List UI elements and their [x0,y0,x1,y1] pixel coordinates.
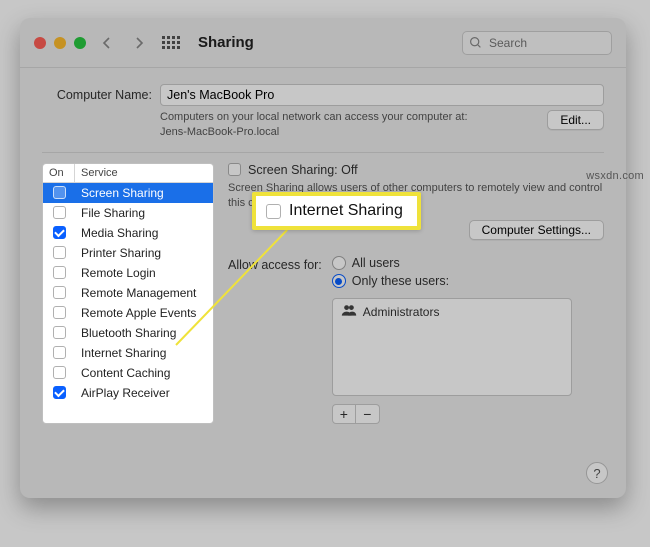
service-row-remote-login[interactable]: Remote Login [43,263,213,283]
callout-checkbox-icon [266,204,281,219]
service-checkbox[interactable] [53,246,66,259]
computer-settings-button[interactable]: Computer Settings... [469,220,604,240]
column-service[interactable]: Service [75,164,213,182]
service-row-media-sharing[interactable]: Media Sharing [43,223,213,243]
pane-title: Sharing [198,34,254,51]
user-row[interactable]: Administrators [333,299,571,324]
service-label: Content Caching [75,366,213,380]
computer-name-input[interactable] [160,84,604,106]
service-label: Remote Apple Events [75,306,213,320]
radio-only-these-users[interactable]: Only these users: [332,274,572,288]
radio-all-users[interactable]: All users [332,256,572,270]
service-checkbox[interactable] [53,266,66,279]
allow-access-label: Allow access for: [228,256,322,272]
service-label: Screen Sharing [75,186,213,200]
enable-service-checkbox[interactable] [228,163,241,176]
watermark: wsxdn.com [586,170,644,182]
service-label: Internet Sharing [75,346,213,360]
service-checkbox[interactable] [53,386,66,399]
service-checkbox[interactable] [53,306,66,319]
service-label: AirPlay Receiver [75,386,213,400]
zoom-window-button[interactable] [74,37,86,49]
service-row-airplay-receiver[interactable]: AirPlay Receiver [43,383,213,403]
service-row-screen-sharing[interactable]: Screen Sharing [43,183,213,203]
service-row-printer-sharing[interactable]: Printer Sharing [43,243,213,263]
service-status-label: Screen Sharing: Off [248,163,358,177]
add-user-button[interactable]: + [332,404,356,424]
service-checkbox[interactable] [53,206,66,219]
chevron-right-icon [133,37,145,49]
service-row-remote-apple-events[interactable]: Remote Apple Events [43,303,213,323]
titlebar: Sharing [20,18,626,68]
service-checkbox[interactable] [53,366,66,379]
user-name: Administrators [363,305,440,319]
show-all-button[interactable] [160,32,182,54]
column-on[interactable]: On [43,164,75,182]
remove-user-button[interactable]: − [356,404,380,424]
preferences-window: Sharing Computer Name: Computers on your… [20,18,626,498]
service-checkbox[interactable] [53,226,66,239]
service-checkbox[interactable] [53,326,66,339]
forward-button[interactable] [128,32,150,54]
service-row-remote-management[interactable]: Remote Management [43,283,213,303]
callout-label: Internet Sharing [289,202,403,220]
grid-icon [162,36,180,49]
close-window-button[interactable] [34,37,46,49]
radio-icon [332,274,346,288]
edit-hostname-button[interactable]: Edit... [547,110,604,130]
service-label: File Sharing [75,206,213,220]
divider [42,152,604,153]
service-row-file-sharing[interactable]: File Sharing [43,203,213,223]
service-label: Remote Login [75,266,213,280]
service-row-internet-sharing[interactable]: Internet Sharing [43,343,213,363]
help-button[interactable]: ? [586,462,608,484]
service-label: Printer Sharing [75,246,213,260]
services-header: On Service [43,164,213,183]
search-input[interactable] [462,31,612,55]
radio-icon [332,256,346,270]
users-list[interactable]: Administrators [332,298,572,396]
computer-name-label: Computer Name: [42,88,152,102]
service-label: Media Sharing [75,226,213,240]
search-icon [469,36,482,54]
chevron-left-icon [101,37,113,49]
content-area: Computer Name: Computers on your local n… [20,68,626,438]
callout-internet-sharing: Internet Sharing [252,192,421,230]
service-label: Remote Management [75,286,213,300]
window-controls [34,37,86,49]
users-group-icon [341,303,357,320]
minimize-window-button[interactable] [54,37,66,49]
service-row-content-caching[interactable]: Content Caching [43,363,213,383]
back-button[interactable] [96,32,118,54]
services-list[interactable]: On Service Screen Sharing File Sharing Med… [42,163,214,425]
service-checkbox[interactable] [53,346,66,359]
service-checkbox[interactable] [53,286,66,299]
service-checkbox[interactable] [53,186,66,199]
computer-name-hint: Computers on your local network can acce… [160,110,468,140]
